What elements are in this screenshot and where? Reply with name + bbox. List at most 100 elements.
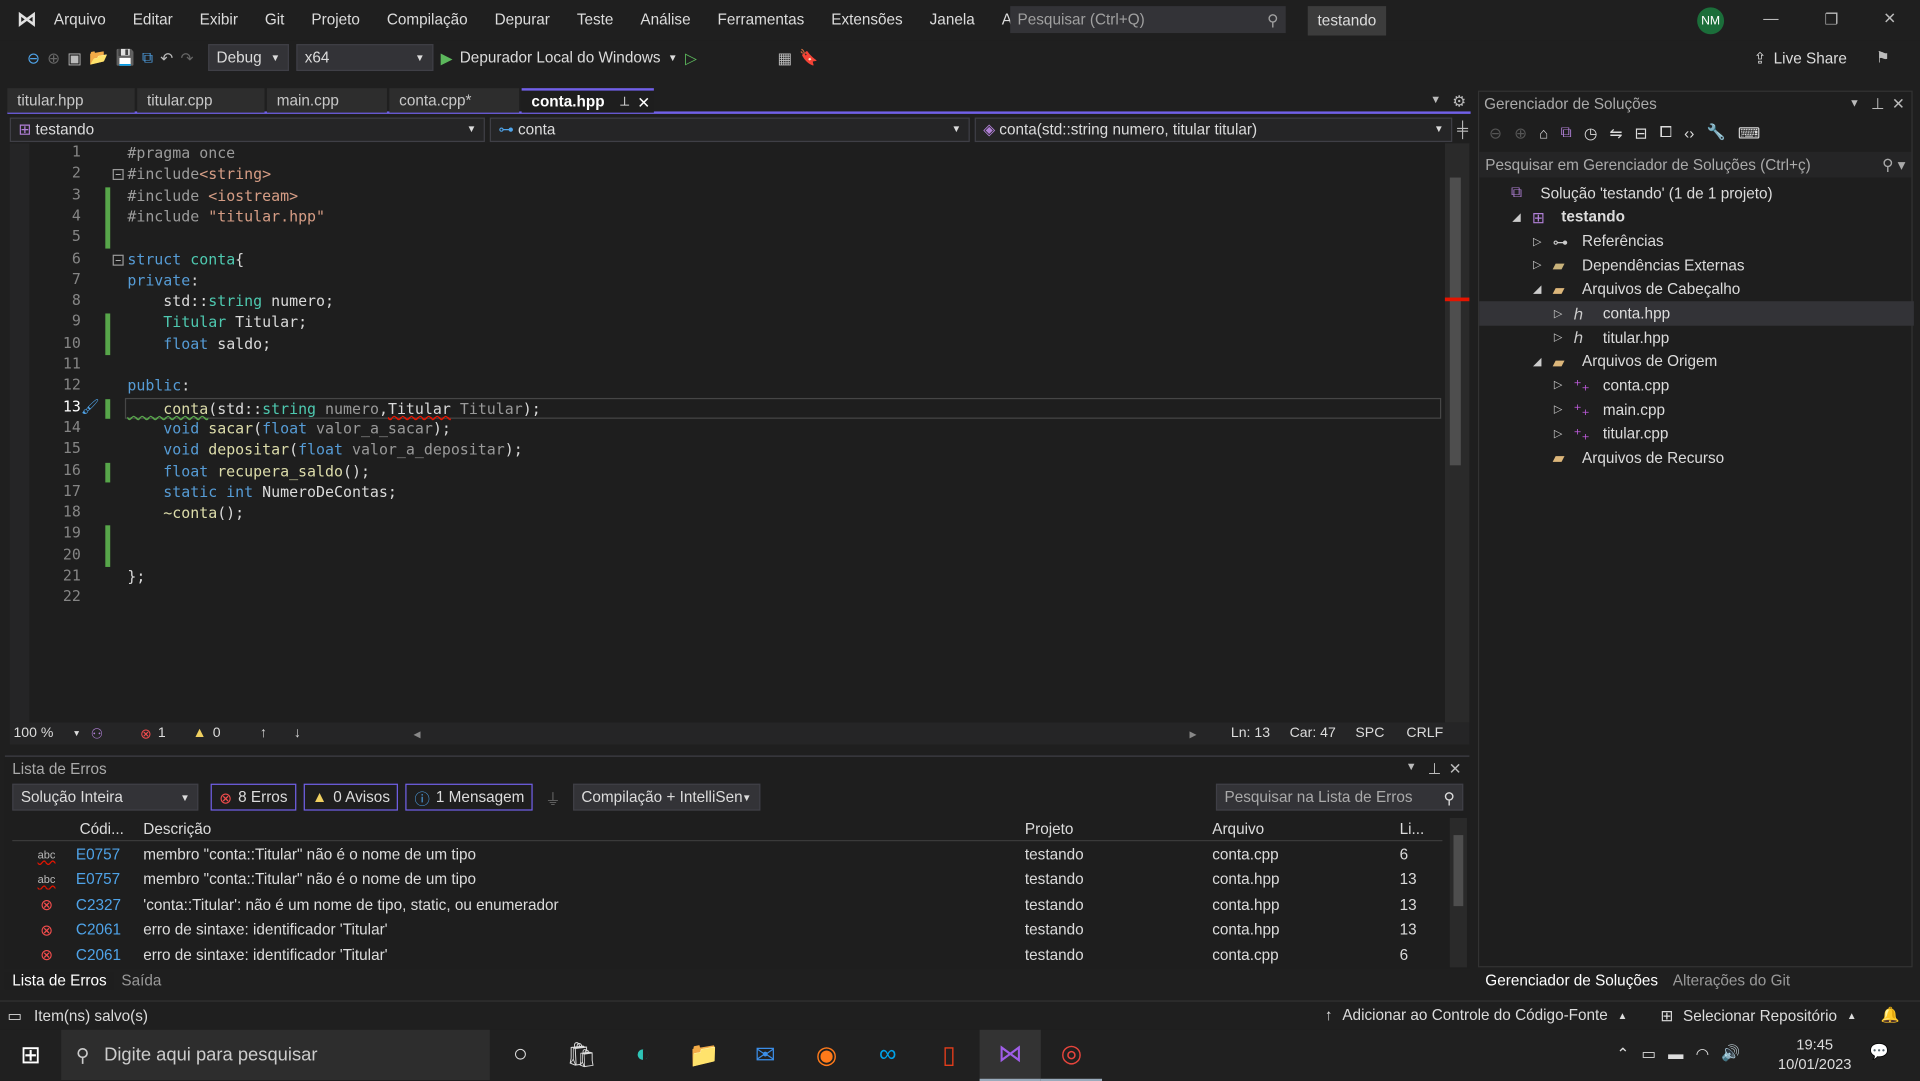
firefox-icon[interactable]: ◉: [796, 1029, 857, 1080]
error-search-input[interactable]: Pesquisar na Lista de Erros ⚲: [1215, 783, 1464, 811]
mail-icon[interactable]: ✉: [735, 1029, 796, 1080]
code-line[interactable]: public:: [127, 376, 190, 397]
menu-1[interactable]: Editar: [133, 11, 173, 28]
windows-start-icon[interactable]: ⊞: [0, 1029, 61, 1080]
scrollbar-thumb[interactable]: [1449, 177, 1461, 466]
error-list-scrollbar[interactable]: [1449, 817, 1467, 968]
avatar[interactable]: NM: [1697, 7, 1725, 35]
action-center-icon[interactable]: 💬: [1870, 1043, 1889, 1061]
clock[interactable]: 19:45 10/01/2023: [1766, 1035, 1864, 1074]
source-control-button[interactable]: ↑ Adicionar ao Controle do Código-Fonte ▲: [1325, 1007, 1627, 1024]
new-project-icon[interactable]: ▣: [67, 48, 81, 67]
pin-icon[interactable]: ⊥: [1871, 94, 1884, 113]
feedback-icon[interactable]: ⚑: [1876, 48, 1890, 66]
view-code-icon[interactable]: ‹›: [1684, 124, 1694, 141]
zoom-dropdown[interactable]: 100 % ▼: [10, 726, 80, 741]
vertical-scrollbar[interactable]: [1444, 143, 1470, 723]
global-search-input[interactable]: Pesquisar (Ctrl+Q) ⚲: [1010, 6, 1286, 34]
redo-icon[interactable]: ↷: [180, 48, 193, 67]
task-view-icon[interactable]: ○: [490, 1029, 551, 1080]
save-icon[interactable]: 💾: [116, 48, 135, 66]
code-line[interactable]: static int NumeroDeContas;: [127, 482, 397, 503]
scroll-left-icon[interactable]: ◂: [413, 725, 420, 742]
solution-search-input[interactable]: Pesquisar em Gerenciador de Soluções (Ct…: [1479, 151, 1912, 178]
column-description[interactable]: Descrição: [143, 820, 1025, 837]
close-window-icon[interactable]: ✕: [1883, 9, 1896, 27]
menu-4[interactable]: Projeto: [311, 11, 360, 28]
code-line[interactable]: ~conta();: [127, 503, 244, 524]
collapse-region-icon[interactable]: −: [112, 169, 124, 181]
select-repository-button[interactable]: ⊞ Selecionar Repositório ▲: [1660, 1007, 1856, 1025]
close-panel-icon[interactable]: ✕: [1449, 759, 1462, 777]
open-folder-icon[interactable]: 📂: [89, 48, 108, 66]
chrome-icon[interactable]: ◎: [1040, 1029, 1103, 1081]
code-line[interactable]: #include "titular.hpp": [127, 207, 325, 228]
whitespace-indicator[interactable]: SPC: [1355, 726, 1384, 741]
start-debugging-button[interactable]: ▶ Depurador Local do Windows ▼: [441, 48, 678, 67]
tree-item[interactable]: ▰ Arquivos de Recurso: [1479, 446, 1914, 470]
tree-item[interactable]: ◢ ▰ Arquivos de Origem: [1479, 350, 1914, 374]
source-filter-dropdown[interactable]: Compilação + IntelliSens ▼: [572, 783, 761, 811]
messages-filter-button[interactable]: ⓘ 1 Mensagem: [405, 783, 533, 811]
code-line[interactable]: void sacar(float valor_a_sacar);: [127, 419, 451, 440]
back-icon[interactable]: ⊖: [1489, 124, 1502, 142]
menu-7[interactable]: Teste: [577, 11, 614, 28]
scroll-right-icon[interactable]: ▸: [1190, 725, 1197, 742]
scope-filter-dropdown[interactable]: Solução Inteira ▼: [12, 783, 199, 811]
tab-solution-explorer[interactable]: Gerenciador de Soluções: [1478, 972, 1665, 989]
menu-10[interactable]: Extensões: [831, 11, 902, 28]
navigate-forward-icon[interactable]: ⊕: [47, 48, 60, 67]
live-share-button[interactable]: ⇪ Live Share: [1753, 49, 1846, 68]
column-code[interactable]: Códi...: [80, 820, 144, 837]
previous-issue-icon[interactable]: ↑: [260, 726, 267, 741]
expand-arrow-icon[interactable]: ▷: [1533, 259, 1548, 272]
battery-icon[interactable]: ▬: [1668, 1045, 1683, 1062]
visual-studio-taskbar-icon[interactable]: ⋈: [979, 1029, 1041, 1081]
tab-conta-cpp-[interactable]: conta.cpp*: [389, 88, 520, 113]
warnings-filter-button[interactable]: ▲ 0 Avisos: [303, 783, 399, 811]
tab-settings-icon[interactable]: ⚙: [1452, 92, 1466, 110]
home-icon[interactable]: ⌂: [1539, 124, 1548, 141]
tab-git-changes[interactable]: Alterações do Git: [1665, 972, 1797, 989]
close-panel-icon[interactable]: ✕: [1892, 94, 1905, 113]
expand-arrow-icon[interactable]: ▷: [1554, 331, 1569, 344]
navigate-back-icon[interactable]: ⊖: [27, 48, 40, 67]
code-line[interactable]: float recupera_saldo();: [127, 461, 370, 482]
menu-0[interactable]: Arquivo: [54, 11, 106, 28]
tree-item[interactable]: ◢ ▰ Arquivos de Cabeçalho: [1479, 277, 1914, 301]
code-line[interactable]: struct conta{: [127, 249, 244, 270]
code-line[interactable]: float saldo;: [127, 334, 271, 355]
code-line[interactable]: Titular Titular;: [127, 313, 307, 334]
configuration-dropdown[interactable]: Debug ▼: [207, 44, 289, 72]
scrollbar-thumb[interactable]: [1453, 835, 1464, 907]
edge-icon[interactable]: ◐: [612, 1029, 673, 1080]
code-editor[interactable]: 1 #pragma once 2 #include<string> 3 #include …: [9, 143, 1470, 723]
tab-titular-hpp[interactable]: titular.hpp: [7, 88, 135, 113]
tab-error-list[interactable]: Lista de Erros: [4, 972, 115, 990]
menu-2[interactable]: Exibir: [200, 11, 238, 28]
wifi-icon[interactable]: ◠: [1696, 1044, 1709, 1063]
split-icon[interactable]: ╪: [1457, 121, 1468, 138]
code-line[interactable]: #include<string>: [127, 164, 271, 185]
member-dropdown[interactable]: ◈ conta(std::string numero, titular titu…: [974, 116, 1453, 142]
tab-output[interactable]: Saída: [114, 972, 169, 989]
menu-3[interactable]: Git: [265, 11, 285, 28]
tab-conta-hpp[interactable]: conta.hpp ⊥ ✕: [521, 88, 654, 113]
taskbar-search-input[interactable]: ⚲ Digite aqui para pesquisar: [61, 1029, 490, 1081]
properties-icon[interactable]: 🔧: [1707, 124, 1726, 142]
notifications-icon[interactable]: 🔔: [1881, 1007, 1900, 1025]
project-dropdown[interactable]: ⊞ testando ▼: [9, 116, 485, 142]
start-without-debugging-icon[interactable]: ▷: [685, 48, 697, 67]
undo-icon[interactable]: ↶: [160, 48, 173, 67]
restore-icon[interactable]: ❐: [1824, 10, 1838, 28]
file-explorer-icon[interactable]: 📁: [673, 1029, 734, 1080]
column-line[interactable]: Li...: [1400, 820, 1425, 837]
error-count[interactable]: ⊗ 1: [140, 725, 166, 742]
minimize-icon[interactable]: —: [1763, 10, 1778, 27]
tree-item[interactable]: ⧉ Solução 'testando' (1 de 1 projeto): [1479, 181, 1914, 205]
tree-item[interactable]: ▷ ⁺₊ conta.cpp: [1479, 374, 1914, 398]
expand-arrow-icon[interactable]: ▷: [1554, 427, 1569, 440]
error-row[interactable]: ⊗ C2327 'conta::Titular': não é um nome de…: [17, 892, 1444, 916]
menu-11[interactable]: Janela: [930, 11, 975, 28]
collapse-arrow-icon[interactable]: ◢: [1533, 283, 1548, 296]
